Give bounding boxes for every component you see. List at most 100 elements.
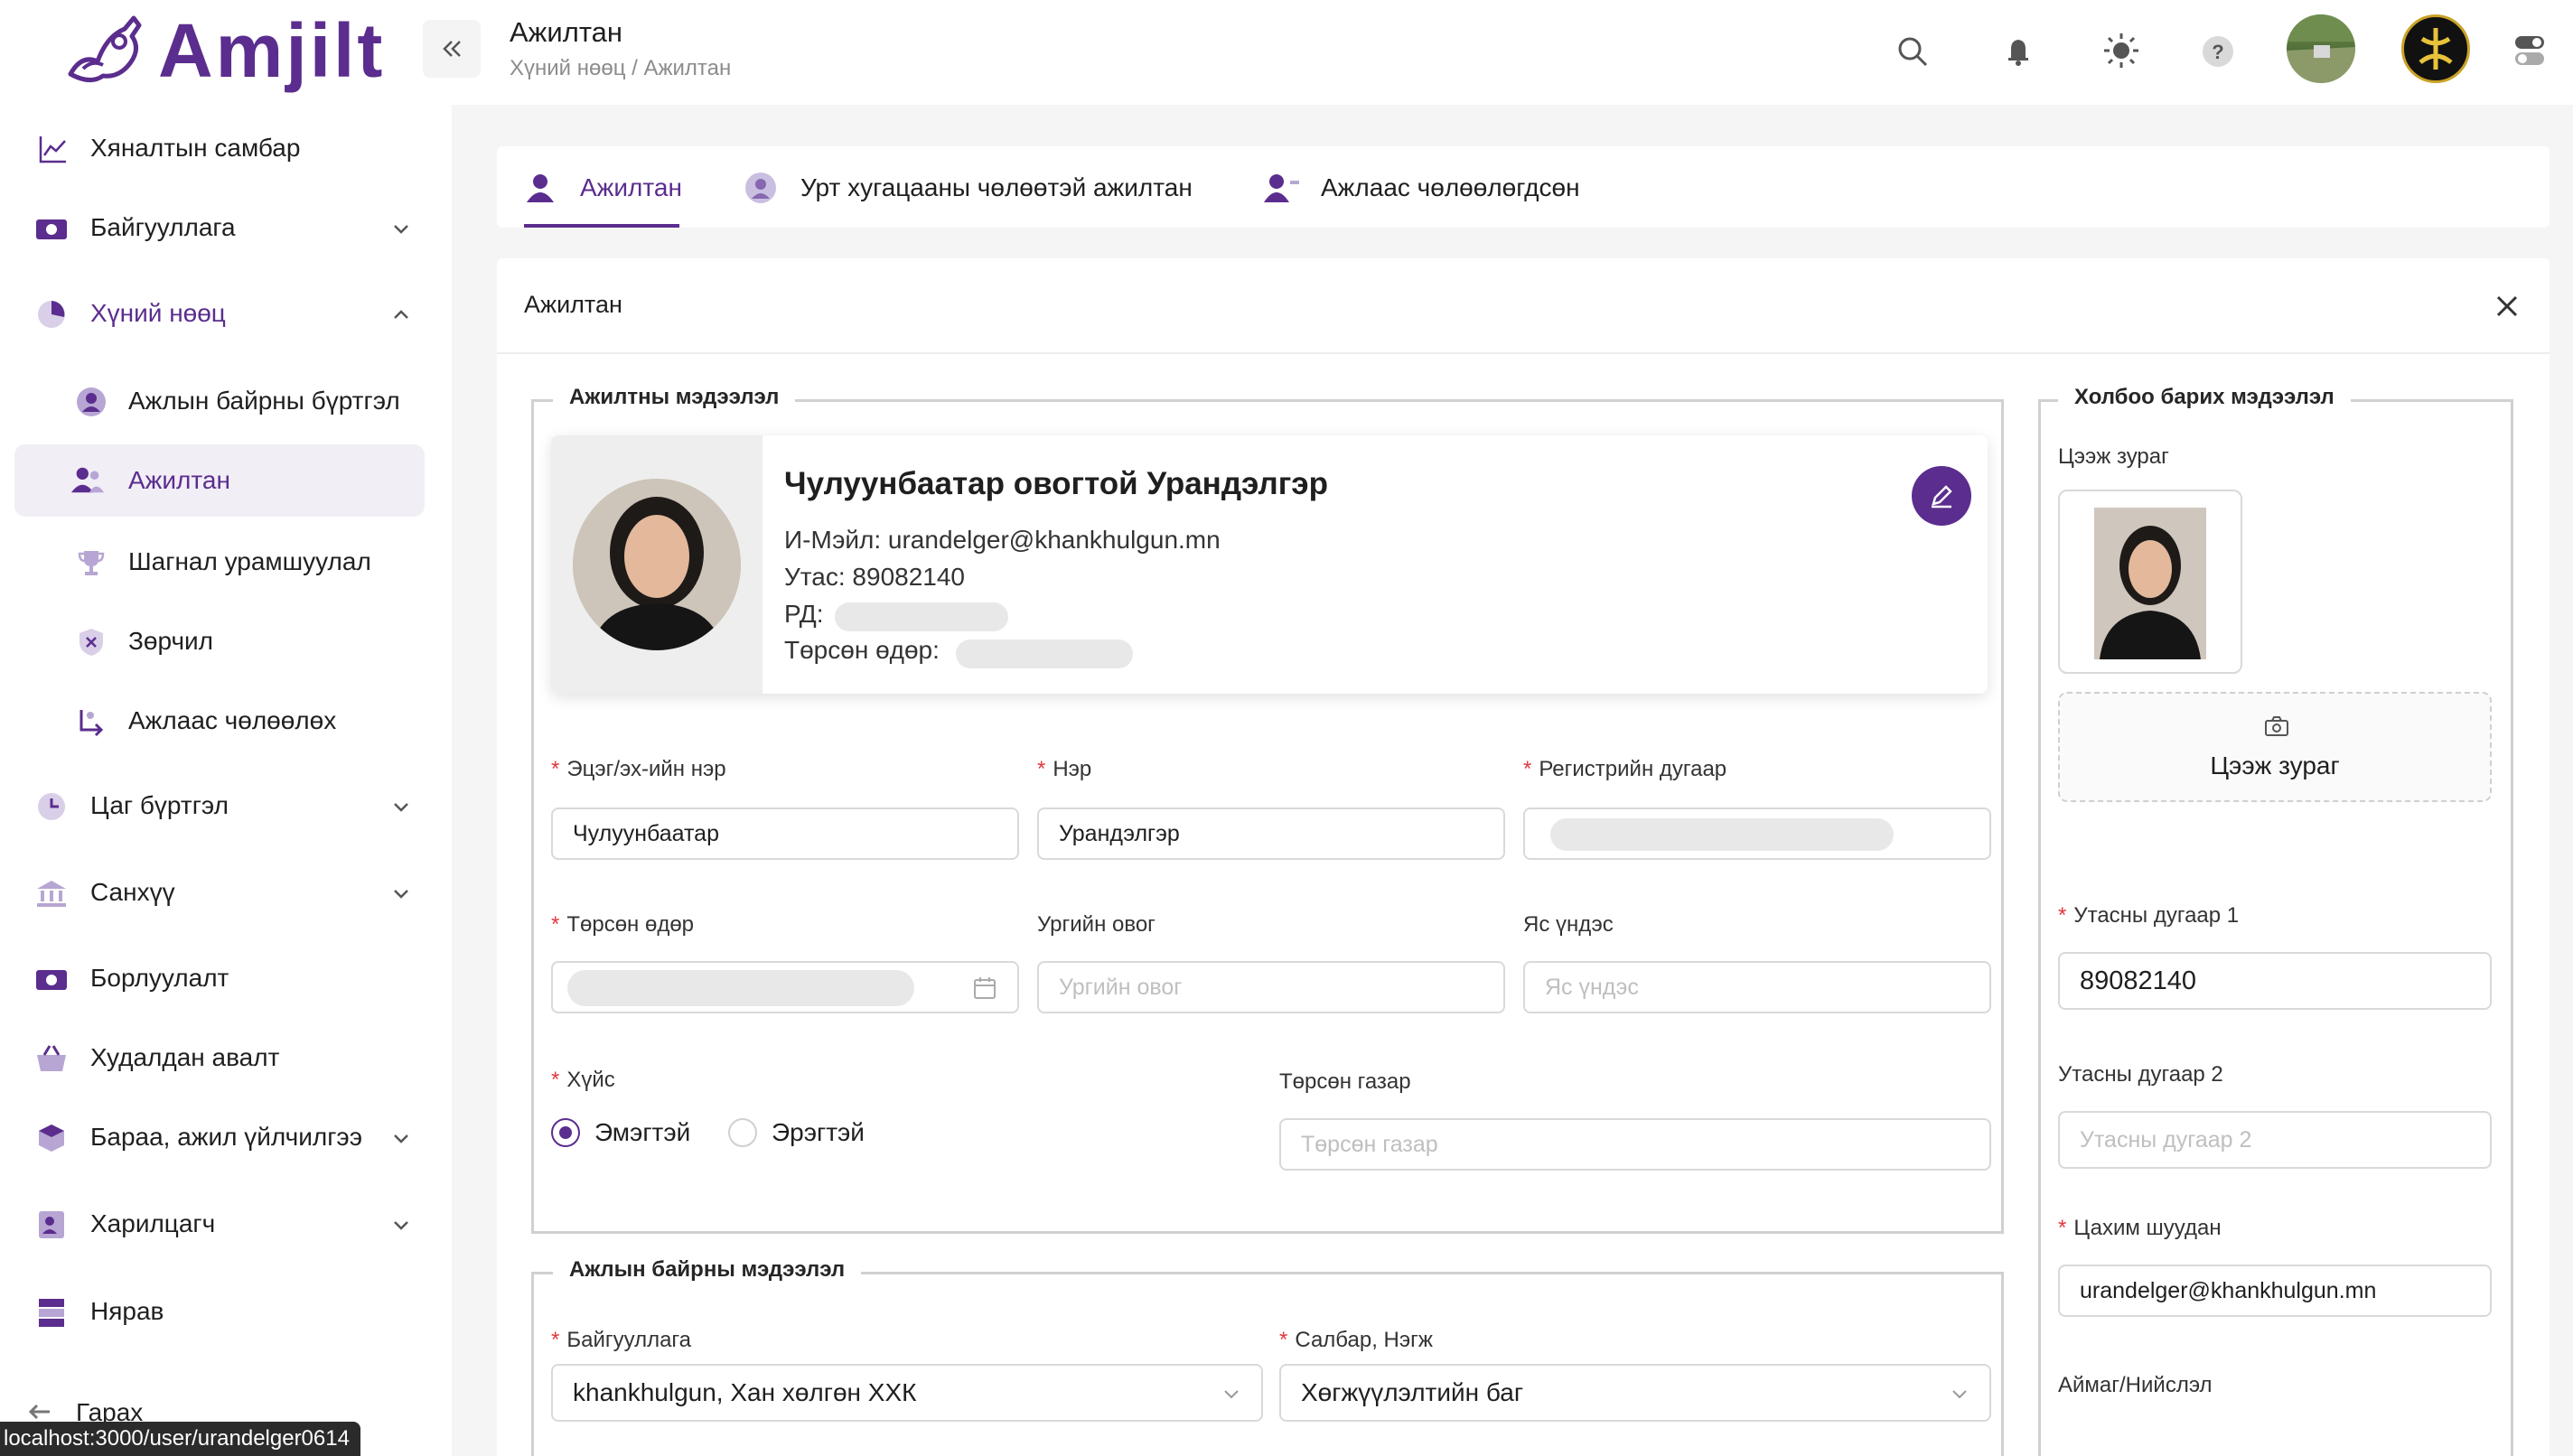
tab-employee[interactable]: Ажилтан [524, 146, 682, 228]
organization-avatar[interactable] [2401, 14, 2470, 83]
sun-icon[interactable] [2101, 31, 2141, 70]
storage-icon [34, 1295, 69, 1330]
sidebar-item-label: Бараа, ажил үйлчилгээ [90, 1123, 362, 1151]
chevron-down-icon [394, 890, 408, 899]
birth-date-redacted [567, 970, 914, 1006]
sidebar-item-organization[interactable]: Байгууллага [0, 206, 452, 251]
birth-date-label: * Төрсөн өдөр [551, 912, 695, 937]
family-name-input[interactable]: Ургийн овог [1037, 961, 1505, 1013]
sidebar-item-label: Худалдан авалт [90, 1043, 280, 1071]
sidebar-item-job-registration[interactable]: Ажлын байрны бүртгэл [0, 379, 452, 425]
sidebar-item-label: Ажлын байрны бүртгэл [128, 387, 400, 415]
brand-logo[interactable]: Amjilt [63, 5, 388, 96]
settings-toggle-icon[interactable] [2513, 33, 2546, 69]
sidebar-item-label: Хүний нөөц [90, 299, 226, 327]
sidebar-item-label: Байгууллага [90, 213, 236, 241]
province-label: Аймаг/Нийслэл [2058, 1373, 2213, 1397]
chevron-down-icon [394, 225, 408, 234]
svg-text:?: ? [2212, 41, 2223, 63]
father-name-input[interactable]: Чулуунбаатар [551, 807, 1019, 860]
bell-icon[interactable] [2004, 34, 2033, 67]
sidebar-item-release[interactable]: Ажлаас чөлөөлөх [0, 699, 452, 744]
sidebar-item-employee[interactable]: Ажилтан [14, 444, 425, 517]
employee-full-name: Чулуунбаатар овогтой Урандэлгэр [784, 466, 1329, 501]
contact-legend: Холбоо барих мэдээлэл [2058, 385, 2351, 410]
sidebar: Amjilt Хяналтын самбар Байгууллага Хүний… [0, 0, 452, 1456]
phone2-input[interactable]: Утасны дугаар 2 [2058, 1111, 2492, 1169]
users-icon [70, 462, 105, 497]
basket-icon [34, 1041, 69, 1076]
email-label: * Цахим шуудан [2058, 1216, 2222, 1240]
divider [497, 352, 2550, 354]
help-icon[interactable]: ? [2201, 34, 2235, 69]
birth-date-picker[interactable] [551, 961, 1019, 1013]
main-content: Ажилтан Урт хугацааны чөлөөтэй ажилтан А… [452, 105, 2573, 1456]
user-circle-icon [745, 173, 776, 203]
sidebar-item-finance[interactable]: Санхүү [0, 871, 452, 916]
collapse-sidebar-button[interactable] [423, 20, 481, 78]
register-no-label: * Регистрийн дугаар [1523, 757, 1727, 781]
employee-phone: Утас: 89082140 [784, 563, 966, 591]
avatar[interactable] [2287, 14, 2355, 83]
photo-upload-dropzone[interactable]: Цээж зураг [2058, 692, 2492, 802]
bank-icon [34, 876, 69, 910]
portrait-photo-icon [573, 479, 741, 650]
sidebar-item-dashboard[interactable]: Хяналтын самбар [0, 126, 452, 172]
sidebar-item-label: Санхүү [90, 878, 175, 906]
radio-checked [551, 1118, 580, 1147]
cash-icon [34, 962, 69, 996]
photo-thumbnail[interactable] [2058, 490, 2242, 674]
calendar-icon [974, 977, 996, 999]
breadcrumb[interactable]: Хүний нөөц / Ажилтан [510, 56, 731, 81]
brand-name: Amjilt [158, 8, 386, 93]
tab-label: Ажлаас чөлөөлөгдсөн [1321, 173, 1580, 201]
shield-x-icon [74, 625, 108, 659]
edit-button[interactable] [1912, 466, 1971, 526]
status-bar-url: localhost:3000/user/urandelger0614 [0, 1422, 360, 1456]
landscape-avatar-icon [2287, 14, 2355, 83]
father-name-label: * Эцэг/эх-ийн нэр [551, 757, 726, 781]
phone1-input[interactable]: 89082140 [2058, 952, 2492, 1010]
sidebar-item-purchase[interactable]: Худалдан авалт [0, 1036, 452, 1081]
job-info-legend: Ажлын байрны мэдээлэл [553, 1257, 862, 1283]
birth-place-input[interactable]: Төрсөн газар [1279, 1118, 1991, 1171]
sidebar-item-sales[interactable]: Борлуулалт [0, 957, 452, 1002]
sidebar-item-customers[interactable]: Харилцагч [0, 1202, 452, 1247]
sidebar-item-time[interactable]: Цаг бүртгэл [0, 784, 452, 829]
sidebar-item-label: Ажилтан [128, 466, 230, 494]
first-name-input[interactable]: Урандэлгэр [1037, 807, 1505, 860]
ethnicity-input[interactable]: Яс үндэс [1523, 961, 1991, 1013]
organization-select[interactable]: khankhulgun, Хан хөлгөн ХХК [551, 1364, 1263, 1422]
close-icon[interactable] [2495, 294, 2519, 318]
sidebar-item-goods[interactable]: Бараа, ажил үйлчилгээ [0, 1115, 452, 1161]
email-input[interactable]: urandelger@khankhulgun.mn [2058, 1265, 2492, 1317]
chevron-up-icon [394, 310, 408, 319]
organization-select-value: khankhulgun, Хан хөлгөн ХХК [573, 1378, 917, 1406]
profile-card: Чулуунбаатар овогтой Урандэлгэр И-Мэйл: … [551, 435, 1988, 694]
sidebar-item-hr[interactable]: Хүний нөөц [0, 292, 452, 337]
department-select[interactable]: Хөгжүүлэлтийн баг [1279, 1364, 1991, 1422]
sidebar-item-rewards[interactable]: Шагнал урамшуулал [0, 540, 452, 585]
box-icon [34, 1121, 69, 1155]
tab-long-leave[interactable]: Урт хугацааны чөлөөтэй ажилтан [744, 146, 1232, 228]
user-icon [527, 174, 554, 202]
building-icon [34, 211, 69, 246]
register-no-input[interactable] [1523, 807, 1991, 860]
search-icon[interactable] [1895, 34, 1930, 69]
gender-radio-male[interactable]: Эрэгтэй [728, 1116, 882, 1149]
sidebar-item-storage[interactable]: Нярав [0, 1290, 452, 1335]
birth-place-label: Төрсөн газар [1279, 1069, 1411, 1094]
pie-chart-icon [34, 297, 69, 331]
tab-released[interactable]: Ажлаас чөлөөлөгдсөн [1263, 146, 1624, 228]
org-logo-icon [2419, 28, 2453, 70]
sidebar-item-label: Ажлаас чөлөөлөх [128, 706, 337, 734]
employee-form-panel: Ажилтан Ажилтны мэдээлэл Чулуунбаатар ов… [497, 258, 2550, 1456]
chevron-down-icon [394, 1134, 408, 1143]
employee-info-legend: Ажилтны мэдээлэл [553, 385, 796, 410]
sidebar-item-violations[interactable]: Зөрчил [0, 620, 452, 665]
gender-radio-female[interactable]: Эмэгтэй [551, 1116, 705, 1149]
employee-email: И-Мэйл: urandelger@khankhulgun.mn [784, 526, 1221, 554]
chevron-down-icon [394, 803, 408, 812]
phone2-label: Утасны дугаар 2 [2058, 1062, 2223, 1087]
user-leave-icon [74, 705, 108, 739]
